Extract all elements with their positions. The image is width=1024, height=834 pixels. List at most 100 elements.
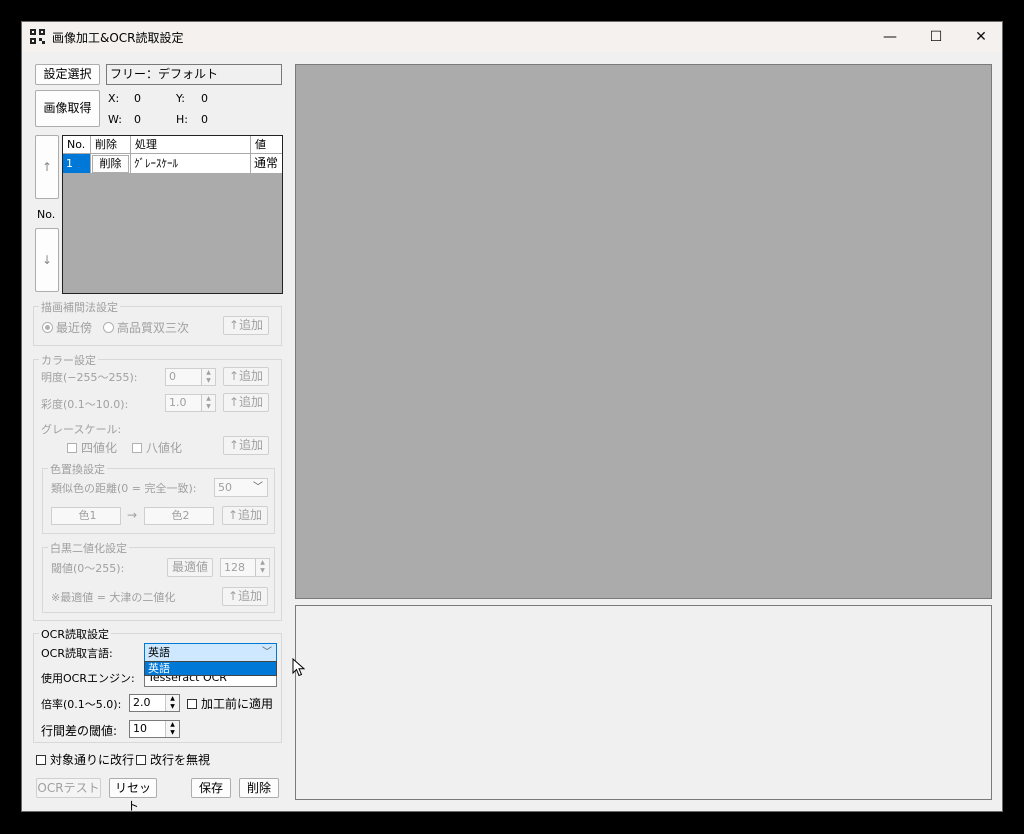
image-preview[interactable] [295,64,992,599]
x-value: 0 [134,92,141,105]
saturation-label: 彩度(0.1〜10.0): [41,398,129,411]
delete-button[interactable]: 削除 [239,778,279,798]
maximize-icon: ☐ [929,29,943,45]
spinner-icon[interactable]: ▲ ▼ [165,721,179,737]
spinner-icon[interactable]: ▲ ▼ [255,559,269,576]
ocr-engine-label: 使用OCRエンジン: [41,672,135,685]
binarize-group: 白黒二値化設定 閾値(0〜255): 最適値 128 ▲ ▼ ※最適値 = 大津の二… [42,540,275,613]
spinner-icon[interactable]: ▲ ▼ [165,695,179,711]
line-gap-value: 10 [133,722,147,735]
checkbox-icon [187,699,197,709]
binarize-add-button[interactable]: ↑追加 [222,587,268,606]
arrow-down-icon: ↓ [41,253,53,267]
ocr-lang-combo[interactable]: 英語 ﹀ [144,643,277,662]
arrow-up-icon: ↑ [41,160,53,174]
gray-4level-checkbox[interactable]: 四値化 [67,439,117,456]
grid-header-delete[interactable]: 削除 [91,136,131,154]
binarize-group-title: 白黒二値化設定 [48,540,129,556]
grid-cell-process[interactable]: ｸﾞﾚｰｽｹｰﾙ [131,154,251,174]
row-delete-button[interactable]: 削除 [92,155,129,173]
app-icon [30,29,45,44]
ocr-scale-value: 2.0 [133,696,151,709]
ocr-test-button[interactable]: OCRテスト [36,778,101,798]
apply-before-checkbox[interactable]: 加工前に適用 [187,695,273,712]
spinner-icon[interactable]: ▲ ▼ [201,369,215,385]
checkbox-icon [136,755,146,765]
minimize-button[interactable]: — [867,22,913,52]
w-label: W: [108,113,122,126]
replace-add-button[interactable]: ↑追加 [222,506,268,525]
title-bar[interactable]: 画像加工&OCR読取設定 — ☐ ✕ [22,22,1002,52]
ocr-group: OCR読取設定 OCR読取言語: 使用OCRエンジン: Tesseract OC… [33,626,282,743]
brightness-label: 明度(−255〜255): [41,371,138,384]
ocr-scale-input[interactable]: 2.0 ▲ ▼ [129,694,180,712]
saturation-add-button[interactable]: ↑追加 [223,393,269,412]
save-button[interactable]: 保存 [191,778,231,798]
grid-header-value[interactable]: 値 [251,136,282,154]
color1-box[interactable]: 色1 [51,507,121,525]
process-grid[interactable]: No. 削除 処理 値 1 削除 ｸﾞﾚｰｽｹｰﾙ 通常 [62,135,283,294]
gray-8level-checkbox[interactable]: 八値化 [132,439,182,456]
distance-combo[interactable]: 50 ﹀ [214,478,268,497]
brightness-input[interactable]: 0 ▲ ▼ [165,368,216,386]
interp-bicubic-label: 高品質双三次 [117,321,190,335]
close-button[interactable]: ✕ [958,22,1002,52]
gray-4level-label: 四値化 [81,441,118,455]
apply-before-label: 加工前に適用 [201,697,274,711]
brightness-value: 0 [169,370,176,383]
chevron-down-icon: ﹀ [253,482,263,493]
threshold-value: 128 [224,561,245,574]
line-gap-input[interactable]: 10 ▲ ▼ [129,720,180,738]
otsu-note: ※最適値 = 大津の二値化 [51,591,176,604]
color2-box[interactable]: 色2 [144,507,214,525]
ignore-newline-label: 改行を無視 [150,753,211,767]
brightness-add-button[interactable]: ↑追加 [223,367,269,386]
setting-select-button[interactable]: 設定選択 [35,64,100,85]
x-label: X: [108,92,120,105]
interp-group: 描画補間法設定 最近傍 高品質双三次 ↑追加 [33,299,282,346]
threshold-input[interactable]: 128 ▲ ▼ [220,558,270,577]
radio-icon [103,322,114,333]
move-up-button[interactable]: ↑ [35,135,59,199]
newline-target-checkbox[interactable]: 対象通りに改行 [36,751,134,768]
interp-nearest-label: 最近傍 [56,321,93,335]
line-gap-label: 行間差の閾値: [41,724,118,738]
ocr-lang-label: OCR読取言語: [41,647,113,660]
ignore-newline-checkbox[interactable]: 改行を無視 [136,751,210,768]
ocr-lang-option[interactable]: 英語 [144,661,277,676]
saturation-input[interactable]: 1.0 ▲ ▼ [165,394,216,412]
replace-group: 色置換設定 類似色の距離(0 = 完全一致): 50 ﹀ 色1 → 色2 ↑追加 [42,461,275,534]
w-value: 0 [134,113,141,126]
grid-header-process[interactable]: 処理 [131,136,251,154]
interp-group-title: 描画補間法設定 [39,299,120,315]
saturation-value: 1.0 [169,396,187,409]
move-down-button[interactable]: ↓ [35,228,59,292]
grid-cell-no[interactable]: 1 [63,154,91,174]
grid-cell-delete[interactable]: 削除 [91,154,131,174]
optimal-value-button[interactable]: 最適値 [167,558,213,577]
order-no-label: No. [37,208,56,221]
grid-header-no[interactable]: No. [63,136,91,154]
ocr-result-area[interactable] [295,605,992,800]
setting-name-field: フリー：デフォルト [106,64,282,85]
capture-image-button[interactable]: 画像取得 [35,90,100,127]
interp-bicubic-radio[interactable]: 高品質双三次 [103,319,189,336]
spinner-icon[interactable]: ▲ ▼ [201,395,215,411]
color-group-title: カラー設定 [39,352,98,368]
mouse-cursor-icon [292,658,306,677]
y-value: 0 [201,92,208,105]
h-value: 0 [201,113,208,126]
grayscale-add-button[interactable]: ↑追加 [223,436,269,455]
checkbox-icon [67,443,77,453]
distance-label: 類似色の距離(0 = 完全一致): [51,482,197,495]
close-icon: ✕ [975,29,987,45]
replace-arrow-icon: → [127,508,138,522]
maximize-button[interactable]: ☐ [913,22,959,52]
newline-target-label: 対象通りに改行 [50,753,135,767]
main-window: 画像加工&OCR読取設定 — ☐ ✕ 設定選択 フリー：デフォルト 画像取得 X… [21,21,1003,812]
y-label: Y: [176,92,185,105]
interp-add-button[interactable]: ↑追加 [223,316,269,335]
grid-cell-value[interactable]: 通常 [251,154,282,174]
interp-nearest-radio[interactable]: 最近傍 [42,319,92,336]
reset-button[interactable]: リセット [109,778,157,811]
